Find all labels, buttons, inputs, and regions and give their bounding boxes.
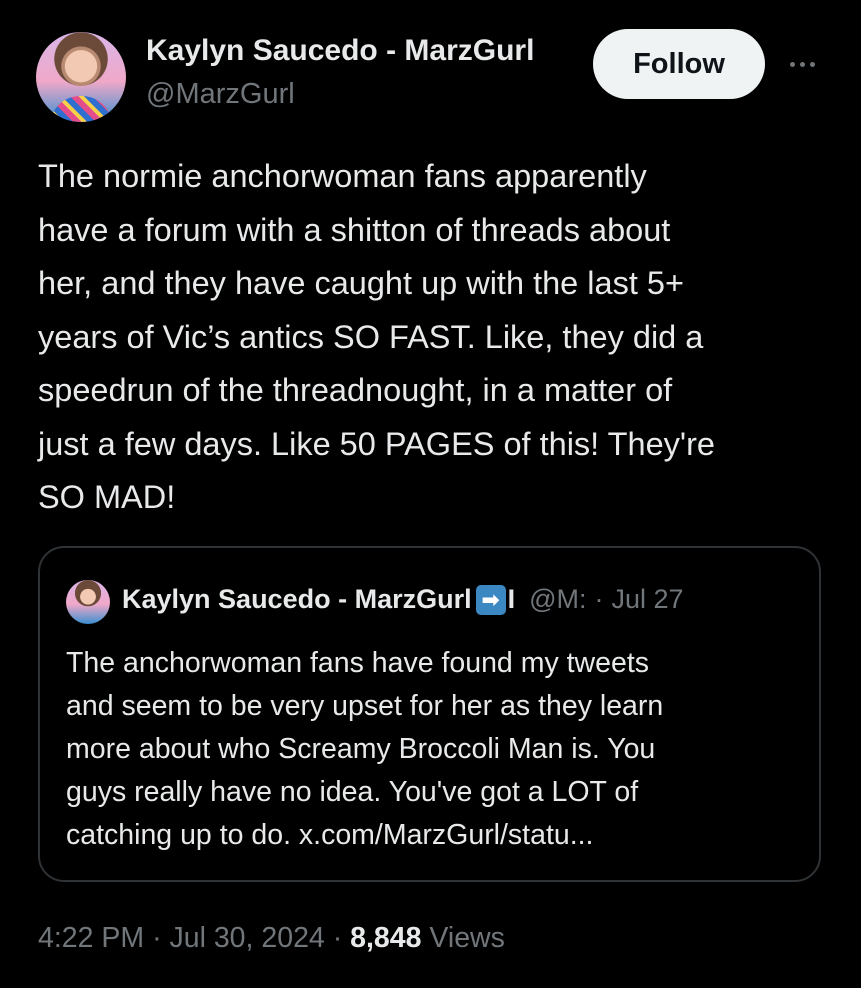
avatar-shirt xyxy=(50,96,112,122)
quoted-tweet-line: more about who Screamy Broccoli Man is. … xyxy=(66,733,656,765)
tweet-text: The normie anchorwoman fans apparently h… xyxy=(38,150,838,525)
more-dot xyxy=(809,61,815,67)
quoted-tweet-line: and seem to be very upset for her as the… xyxy=(66,690,664,722)
separator-dot: · xyxy=(332,922,343,954)
separator-dot: · xyxy=(152,922,162,954)
quoted-author-avatar xyxy=(66,580,110,624)
tweet-line: years of Vic’s antics SO FAST. Like, the… xyxy=(38,318,704,355)
quoted-tweet-card[interactable]: Kaylyn Saucedo - MarzGurl ➡ I @M: · Jul … xyxy=(38,546,821,882)
quoted-author-handle: @M: xyxy=(529,584,587,614)
author-display-name[interactable]: Kaylyn Saucedo - MarzGurl xyxy=(146,34,534,68)
quoted-author-name: Kaylyn Saucedo - MarzGurl xyxy=(122,584,472,614)
quoted-tweet-line: guys really have no idea. You've got a L… xyxy=(66,776,639,808)
tweet-date[interactable]: Jul 30, 2024 xyxy=(169,922,324,954)
more-dot xyxy=(799,61,805,67)
quoted-tweet-date: Jul 27 xyxy=(611,584,684,614)
follow-button[interactable]: Follow xyxy=(593,29,765,99)
quoted-tweet-header: Kaylyn Saucedo - MarzGurl ➡ I @M: · Jul … xyxy=(122,584,684,615)
tweet-meta: 4:22 PM · Jul 30, 2024 · 8,848 Views xyxy=(38,922,505,955)
author-handle[interactable]: @MarzGurl xyxy=(146,78,295,111)
more-icon[interactable] xyxy=(782,54,822,74)
views-count: 8,848 xyxy=(350,922,422,954)
separator-dot: · xyxy=(594,584,604,614)
tweet-line: her, and they have caught up with the la… xyxy=(38,265,684,301)
tweet-line: just a few days. Like 50 PAGES of this! … xyxy=(38,425,715,462)
views-label: Views xyxy=(429,922,505,954)
tweet-line: SO MAD! xyxy=(38,479,176,515)
more-dot xyxy=(789,61,795,67)
quoted-tweet-line: The anchorwoman fans have found my tweet… xyxy=(66,647,649,679)
tweet-line: speedrun of the threadnought, in a matte… xyxy=(38,372,673,408)
tweet-line: The normie anchorwoman fans apparently xyxy=(38,158,647,194)
arrow-right-icon: ➡ xyxy=(475,584,506,615)
quoted-tweet-text: The anchorwoman fans have found my tweet… xyxy=(66,642,806,857)
quoted-tweet-line: catching up to do. x.com/MarzGurl/statu.… xyxy=(66,819,594,851)
tweet-time[interactable]: 4:22 PM xyxy=(38,922,144,954)
author-avatar[interactable] xyxy=(36,32,126,122)
quoted-name-truncated: I xyxy=(507,584,516,614)
tweet-line: have a forum with a shitton of threads a… xyxy=(38,211,671,248)
